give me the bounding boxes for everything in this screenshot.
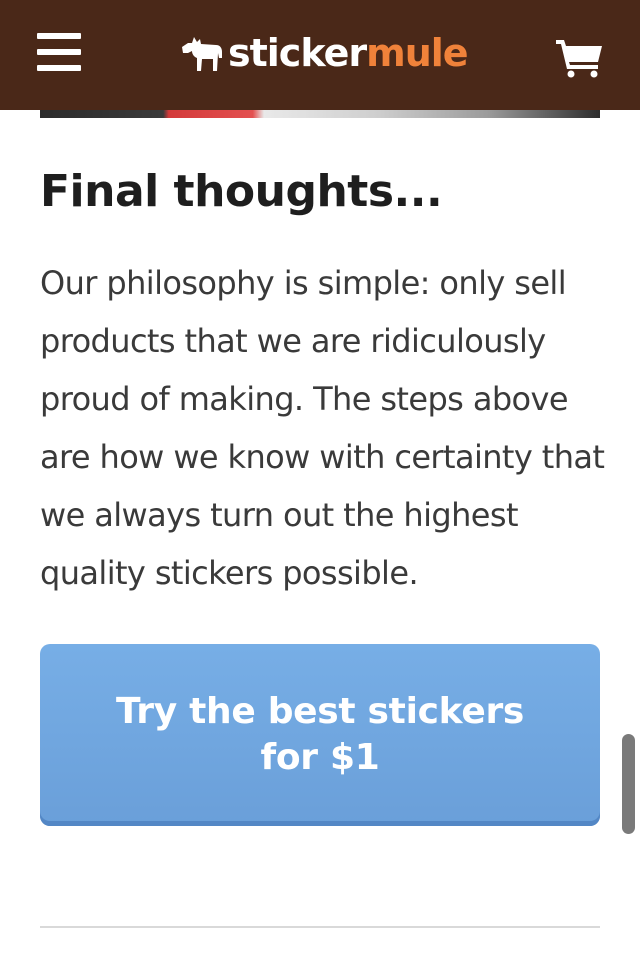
menu-bar xyxy=(37,49,81,55)
section-title: Final thoughts... xyxy=(40,166,443,217)
hamburger-menu-icon[interactable] xyxy=(37,33,81,73)
shopping-cart-icon[interactable] xyxy=(556,38,604,78)
site-logo[interactable]: stickermule xyxy=(180,28,469,78)
site-header: stickermule xyxy=(0,0,640,110)
try-stickers-button[interactable]: Try the best stickers for $1 xyxy=(40,644,600,826)
menu-bar xyxy=(37,33,81,39)
scrollbar[interactable] xyxy=(622,734,635,834)
mule-logo-icon xyxy=(182,37,222,71)
menu-bar xyxy=(37,65,81,71)
logo-wordmark: stickermule xyxy=(228,28,469,78)
divider xyxy=(40,926,600,928)
logo-sticker-text: sticker xyxy=(228,31,367,75)
logo-mule-text: mule xyxy=(366,31,468,75)
article-paragraph: Our philosophy is simple: only sell prod… xyxy=(40,264,605,592)
cta-label: Try the best stickers for $1 xyxy=(115,691,525,778)
page: stickermule Final thoughts... Our philos… xyxy=(0,0,640,959)
cart-icon-glyph xyxy=(556,40,602,78)
